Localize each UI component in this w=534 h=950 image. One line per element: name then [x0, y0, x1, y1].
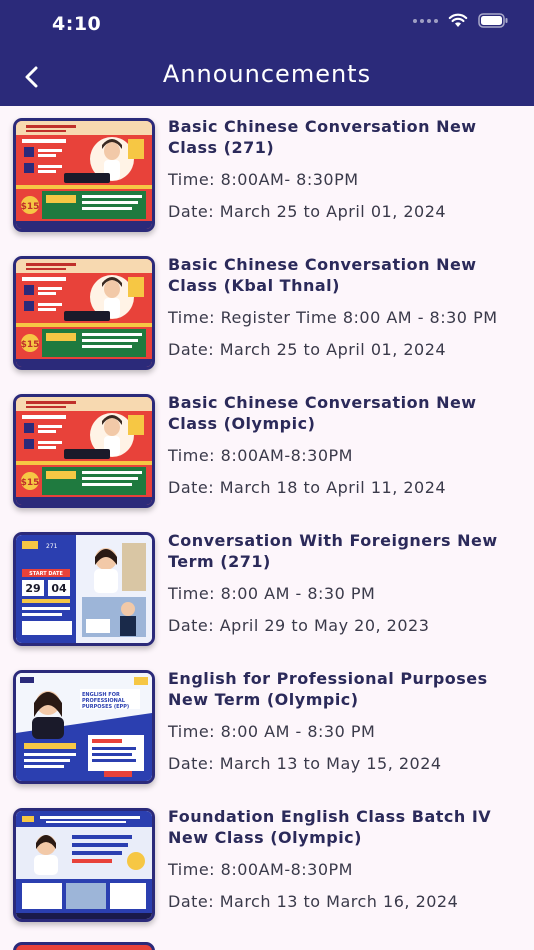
announcement-poster [13, 808, 155, 922]
announcement-poster: $15 [13, 394, 155, 508]
announcement-title: Basic Chinese Conversation New Class (27… [168, 117, 477, 157]
svg-text:PURPOSES (EPP): PURPOSES (EPP) [82, 704, 129, 710]
status-time: 4:10 [52, 13, 102, 35]
app-header: 4:10 Announcements [0, 0, 534, 106]
svg-text:$15: $15 [21, 478, 40, 488]
announcement-date: Date: March 25 to April 01, 2024 [168, 202, 447, 221]
announcement-poster: $15 [13, 118, 155, 232]
announcement-title: Conversation With Foreigners New Term (2… [168, 531, 498, 571]
announcement-title: English for Professional Purposes New Te… [168, 669, 488, 709]
battery-icon [478, 13, 508, 28]
poster-badge: 271 [46, 543, 58, 550]
list-item-partial[interactable] [0, 934, 534, 950]
svg-text:29: 29 [25, 582, 40, 595]
status-icons [413, 13, 508, 28]
announcement-poster: 271 START DATE 29 04 [13, 532, 155, 646]
svg-text:START DATE: START DATE [29, 571, 63, 577]
page-title: Announcements [162, 60, 372, 88]
announcement-date: Date: March 13 to March 16, 2024 [168, 892, 459, 911]
announcement-title: Basic Chinese Conversation New Class (Ol… [168, 393, 477, 433]
announcement-time: Time: 8:00AM- 8:30PM [168, 170, 359, 189]
announcement-time: Time: 8:00 AM - 8:30 PM [168, 584, 376, 603]
announcement-poster [13, 942, 155, 950]
announcement-time: Time: Register Time 8:00 AM - 8:30 PM [168, 308, 498, 327]
announcement-item[interactable]: $15 Basic Chinese Conversation New Class… [0, 382, 534, 520]
svg-text:04: 04 [51, 582, 67, 595]
announcement-poster: ENGLISH FOR PROFESSIONAL PURPOSES (EPP) [13, 670, 155, 784]
announcement-item[interactable]: Foundation English Class Batch IV New Cl… [0, 796, 534, 934]
announcement-time: Time: 8:00AM-8:30PM [168, 446, 353, 465]
announcement-title: Foundation English Class Batch IV New Cl… [168, 807, 492, 847]
announcement-date: Date: March 13 to May 15, 2024 [168, 754, 442, 773]
announcement-time: Time: 8:00AM-8:30PM [168, 860, 353, 879]
announcement-item[interactable]: $15 Basic Chinese Conversation New Class… [0, 244, 534, 382]
wifi-icon [448, 13, 468, 28]
svg-text:$15: $15 [21, 340, 40, 350]
announcement-date: Date: March 25 to April 01, 2024 [168, 340, 447, 359]
announcement-date: Date: April 29 to May 20, 2023 [168, 616, 430, 635]
announcement-item[interactable]: 271 START DATE 29 04 Conversation With F… [0, 520, 534, 658]
announcement-list: $15 Basic Chinese Conversation New Class… [0, 106, 534, 934]
svg-text:$15: $15 [21, 202, 40, 212]
announcement-title: Basic Chinese Conversation New Class (Kb… [168, 255, 477, 295]
announcement-time: Time: 8:00 AM - 8:30 PM [168, 722, 376, 741]
announcement-item[interactable]: ENGLISH FOR PROFESSIONAL PURPOSES (EPP) … [0, 658, 534, 796]
signal-icon [413, 18, 438, 23]
announcement-date: Date: March 18 to April 11, 2024 [168, 478, 447, 497]
announcement-item[interactable]: $15 Basic Chinese Conversation New Class… [0, 106, 534, 244]
announcement-poster: $15 [13, 256, 155, 370]
